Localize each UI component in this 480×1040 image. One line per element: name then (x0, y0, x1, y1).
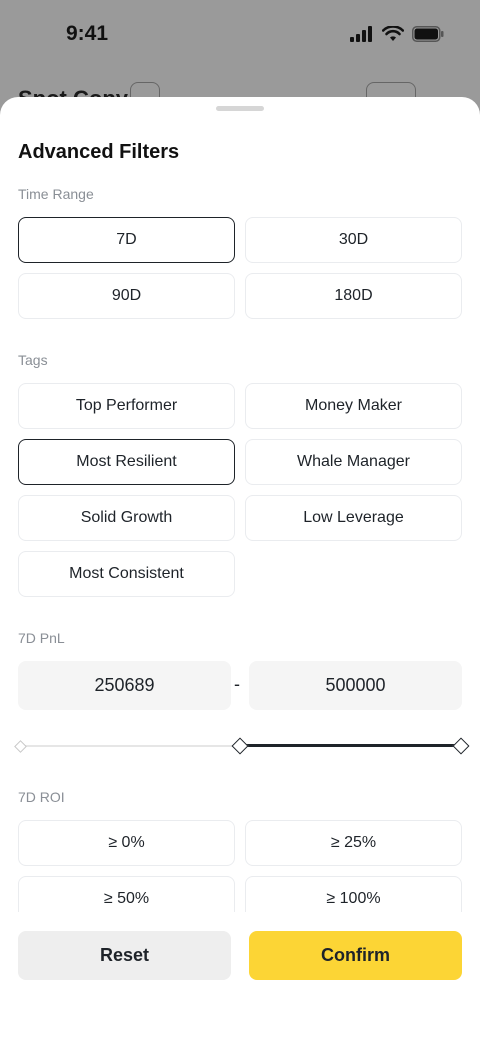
slider-high-handle[interactable] (452, 737, 470, 755)
sheet-grabber[interactable] (216, 106, 264, 111)
time-range-option-180d[interactable]: 180D (245, 273, 462, 319)
tag-low-leverage[interactable]: Low Leverage (245, 495, 462, 541)
confirm-button[interactable]: Confirm (249, 931, 462, 980)
time-range-option-30d[interactable]: 30D (245, 217, 462, 263)
pnl-max-input[interactable]: 500000 (249, 661, 462, 710)
tag-money-maker[interactable]: Money Maker (245, 383, 462, 429)
pnl-label: 7D PnL (18, 630, 65, 646)
reset-button[interactable]: Reset (18, 931, 231, 980)
pnl-min-input[interactable]: 250689 (18, 661, 231, 710)
tag-top-performer[interactable]: Top Performer (18, 383, 235, 429)
tag-most-consistent[interactable]: Most Consistent (18, 551, 235, 597)
slider-selected-range (240, 744, 462, 747)
sheet-footer: Reset Confirm (0, 912, 480, 1040)
time-range-label: Time Range (18, 186, 94, 202)
roi-label: 7D ROI (18, 789, 65, 805)
battery-icon (412, 26, 444, 42)
roi-options: ≥ 0% ≥ 25% ≥ 50% ≥ 100% (0, 812, 480, 912)
cellular-signal-icon (350, 26, 372, 42)
status-time: 9:41 (66, 22, 109, 45)
tag-solid-growth[interactable]: Solid Growth (18, 495, 235, 541)
pnl-range-slider[interactable] (14, 737, 470, 755)
status-icons (350, 26, 444, 42)
roi-option-50[interactable]: ≥ 50% (18, 876, 235, 912)
time-range-option-90d[interactable]: 90D (18, 273, 235, 319)
time-range-option-7d[interactable]: 7D (18, 217, 235, 263)
advanced-filters-sheet: Advanced Filters Time Range 7D 30D 90D 1… (0, 97, 480, 1040)
status-bar: 9:41 (0, 0, 480, 70)
wifi-icon (382, 26, 404, 41)
tags-label: Tags (18, 352, 48, 368)
roi-option-25[interactable]: ≥ 25% (245, 820, 462, 866)
roi-option-0[interactable]: ≥ 0% (18, 820, 235, 866)
tag-most-resilient[interactable]: Most Resilient (18, 439, 235, 485)
slider-min-endpoint (14, 739, 27, 753)
pnl-range-separator: - (234, 674, 240, 694)
roi-option-100[interactable]: ≥ 100% (245, 876, 462, 912)
tag-whale-manager[interactable]: Whale Manager (245, 439, 462, 485)
slider-low-handle[interactable] (231, 737, 249, 755)
sheet-title: Advanced Filters (18, 141, 180, 163)
